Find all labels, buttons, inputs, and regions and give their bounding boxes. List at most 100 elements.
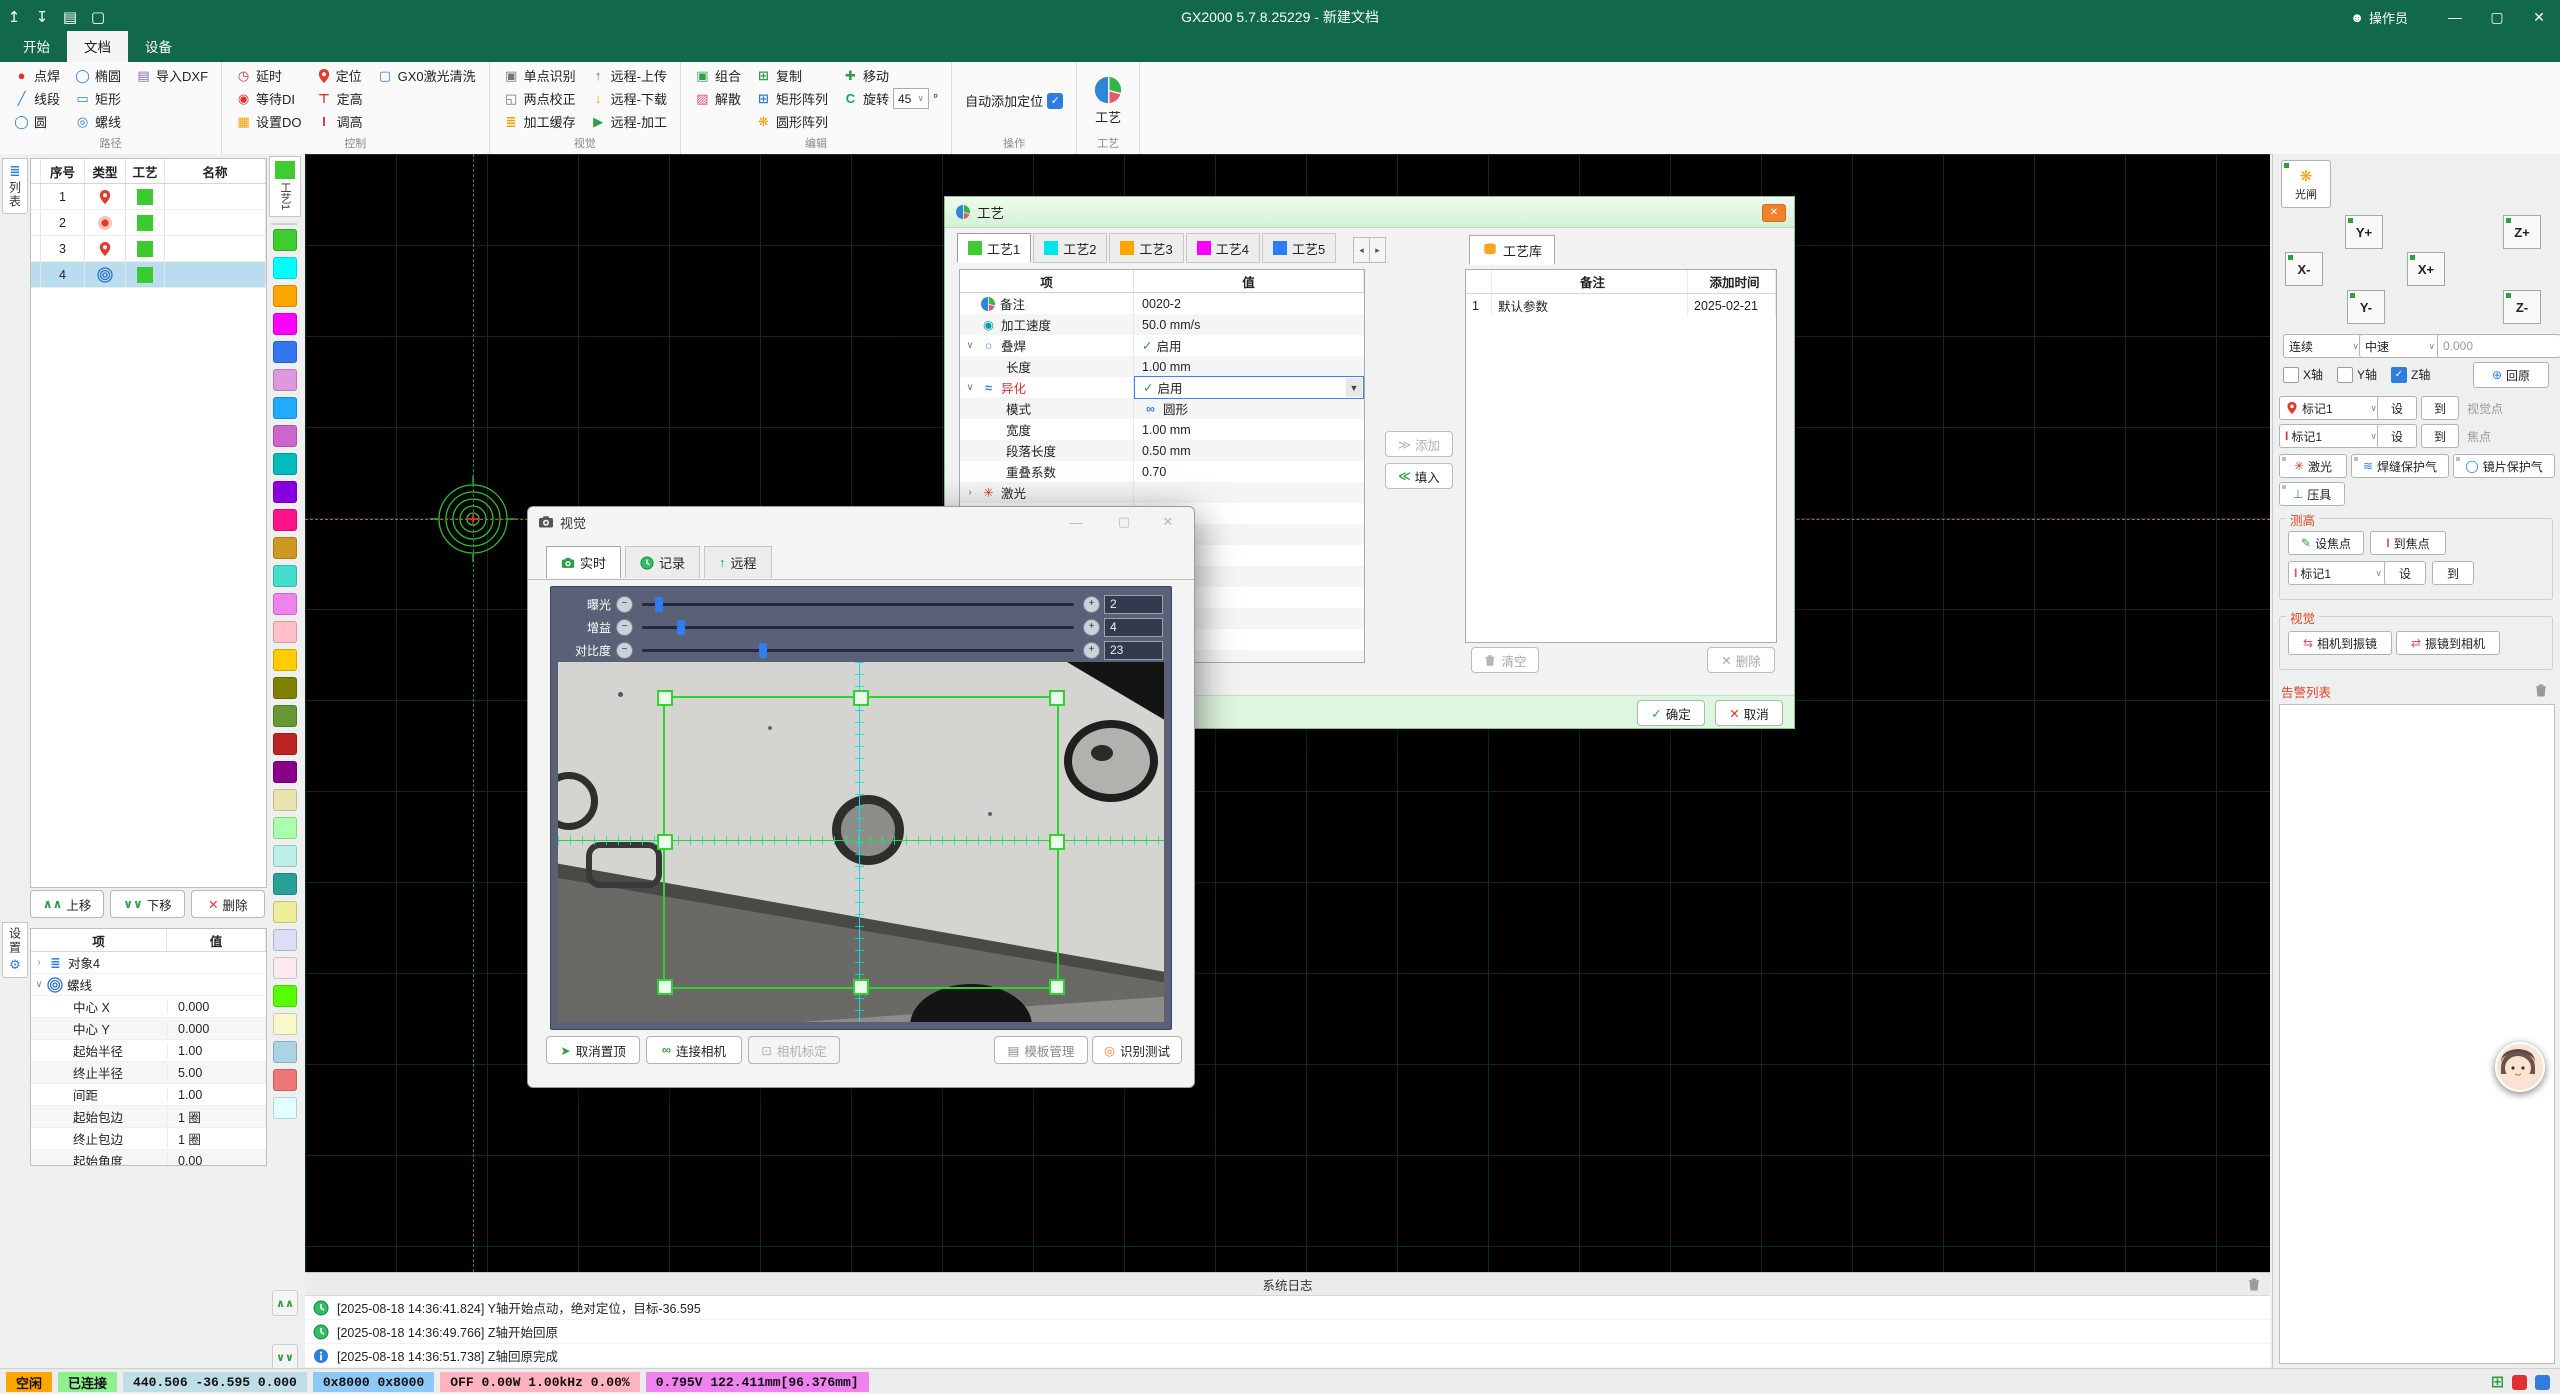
ribbon-item-copy[interactable]: ⊞ 复制 — [748, 64, 835, 87]
ribbon-item-process-cache[interactable]: ≣ 加工缓存 — [496, 110, 583, 133]
property-row[interactable]: 中心 Y 0.000 — [31, 1018, 266, 1040]
ribbon-item-delay[interactable]: ◷ 延时 — [228, 64, 309, 87]
tab-scroll-left[interactable]: ◂ — [1353, 237, 1370, 263]
color-swatch[interactable] — [273, 565, 297, 587]
jog-y-plus[interactable]: Y+ — [2345, 215, 2383, 249]
save-icon[interactable]: ▤ — [56, 8, 84, 26]
ribbon-item-remote-process[interactable]: ▶ 远程-加工 — [583, 110, 674, 133]
object-row[interactable]: 3 — [31, 236, 266, 262]
color-swatch[interactable] — [273, 369, 297, 391]
recognition-test-button[interactable]: ◎识别测试 — [1092, 1036, 1182, 1064]
camera-to-galvo-button[interactable]: ⇆相机到振镜 — [2288, 631, 2392, 655]
home-button[interactable]: ⊕回原 — [2473, 362, 2549, 388]
scroll-up-button[interactable]: ∧∧ — [272, 1290, 298, 1316]
red-status-icon[interactable] — [2512, 1375, 2527, 1390]
clear-alarms-icon[interactable] — [2533, 682, 2549, 698]
new-doc-icon[interactable]: ▢ — [84, 8, 112, 26]
menu-tab-start[interactable]: 开始 — [6, 31, 67, 62]
move-speed-select[interactable]: 中速∨ — [2359, 334, 2441, 358]
minus-button[interactable]: − — [616, 642, 633, 659]
jog-z-minus[interactable]: Z- — [2503, 290, 2541, 324]
contrast-slider[interactable] — [642, 649, 1074, 652]
fill-from-library-button[interactable]: ≪填入 — [1385, 463, 1453, 489]
recognition-region[interactable] — [663, 696, 1059, 989]
property-row[interactable]: 起始半径 1.00 — [31, 1040, 266, 1062]
axis-y-checkbox[interactable]: Y轴 — [2337, 366, 2377, 383]
process-tab-2[interactable]: 工艺2 — [1033, 233, 1107, 263]
move-down-button[interactable]: ∨∨下移 — [110, 890, 184, 918]
active-process-tab[interactable]: 工艺1 — [269, 156, 301, 217]
ribbon-item-single-point-recognition[interactable]: ▣ 单点识别 — [496, 64, 583, 87]
gain-value[interactable]: 4 — [1104, 618, 1163, 637]
maximize-button[interactable]: ▢ — [1102, 507, 1146, 537]
menu-tab-device[interactable]: 设备 — [128, 31, 189, 62]
color-swatch[interactable] — [273, 453, 297, 475]
color-swatch[interactable] — [273, 481, 297, 503]
property-row[interactable]: 起始角度 0.00 — [31, 1150, 266, 1166]
galvo-to-camera-button[interactable]: ⇄振镜到相机 — [2396, 631, 2500, 655]
ribbon-item-spiral[interactable]: ◎ 螺线 — [67, 110, 128, 133]
ribbon-item-gx0-laser-clean[interactable]: ▢ GX0激光清洗 — [370, 64, 483, 87]
param-row[interactable]: 长度 1.00 mm — [960, 356, 1364, 377]
move-up-button[interactable]: ∧∧上移 — [30, 890, 104, 918]
unpin-button[interactable]: ➤取消置顶 — [546, 1036, 640, 1064]
param-row[interactable]: 备注 0020-2 — [960, 293, 1364, 314]
ribbon-item-ellipse[interactable]: ◯ 椭圆 — [67, 64, 128, 87]
clamp-button[interactable]: ⊥压具 — [2279, 482, 2345, 506]
color-swatch[interactable] — [273, 845, 297, 867]
resize-handle[interactable] — [853, 690, 869, 706]
color-swatch[interactable] — [273, 425, 297, 447]
mark-focus-set-button[interactable]: 设 — [2377, 424, 2417, 448]
param-row[interactable]: 模式 ∞圆形 — [960, 398, 1364, 419]
ribbon-item-fix-height[interactable]: ⊤ 定高 — [309, 87, 370, 110]
dialog-close-button[interactable]: ✕ — [1762, 204, 1786, 222]
color-swatch[interactable] — [273, 929, 297, 951]
axis-z-checkbox[interactable]: ✓Z轴 — [2391, 366, 2430, 383]
object-row[interactable]: 2 — [31, 210, 266, 236]
mark-vision-select[interactable]: 标记1∨ — [2279, 396, 2383, 420]
param-row[interactable]: › ✳激光 — [960, 482, 1364, 503]
dropdown-arrow[interactable]: ▼ — [1346, 378, 1362, 397]
color-swatch[interactable] — [273, 341, 297, 363]
jog-x-minus[interactable]: X- — [2285, 252, 2323, 286]
resize-handle[interactable] — [1049, 979, 1065, 995]
property-row[interactable]: ∨ 螺线 — [31, 974, 266, 996]
set-focus-button[interactable]: ✎设焦点 — [2288, 531, 2364, 555]
property-row[interactable]: 终止半径 5.00 — [31, 1062, 266, 1084]
mark-vision-set-button[interactable]: 设 — [2377, 396, 2417, 420]
mark-focus-goto-button[interactable]: 到 — [2421, 424, 2459, 448]
color-swatch[interactable] — [273, 397, 297, 419]
ribbon-item-two-point-correction[interactable]: ◱ 两点校正 — [496, 87, 583, 110]
color-swatch[interactable] — [273, 677, 297, 699]
color-swatch[interactable] — [273, 593, 297, 615]
resize-handle[interactable] — [1049, 690, 1065, 706]
process-tab-3[interactable]: 工艺3 — [1109, 233, 1183, 263]
assistant-avatar[interactable] — [2495, 1042, 2545, 1092]
param-row[interactable]: ◉加工速度 50.0 mm/s — [960, 314, 1364, 335]
param-row[interactable]: 宽度 1.00 mm — [960, 419, 1364, 440]
grid-status-icon[interactable]: ⊞ — [2491, 1372, 2504, 1392]
ribbon-item-group[interactable]: ▣ 组合 — [687, 64, 748, 87]
library-delete-button[interactable]: ✕删除 — [1707, 647, 1775, 673]
minimize-button[interactable]: — — [1054, 507, 1098, 537]
tab-settings[interactable]: 设置 ⚙ — [2, 922, 28, 978]
ribbon-item-line-segment[interactable]: ╱ 线段 — [6, 87, 67, 110]
color-swatch[interactable] — [273, 901, 297, 923]
color-swatch[interactable] — [273, 761, 297, 783]
connect-camera-button[interactable]: ∞连接相机 — [646, 1036, 742, 1064]
minus-button[interactable]: − — [616, 619, 633, 636]
param-row[interactable]: 段落长度 0.50 mm — [960, 440, 1364, 461]
property-row[interactable]: 间距 1.00 — [31, 1084, 266, 1106]
tab-remote[interactable]: ↑远程 — [704, 546, 772, 578]
menu-tab-document[interactable]: 文档 — [67, 31, 128, 62]
process-dialog-titlebar[interactable]: 工艺 ✕ — [945, 197, 1794, 228]
color-swatch[interactable] — [273, 985, 297, 1007]
color-swatch[interactable] — [273, 705, 297, 727]
color-swatch[interactable] — [273, 1013, 297, 1035]
tab-scroll-right[interactable]: ▸ — [1369, 237, 1386, 263]
delete-button[interactable]: ✕删除 — [191, 890, 265, 918]
resize-handle[interactable] — [657, 979, 673, 995]
ribbon-item-wait-di[interactable]: ◉ 等待DI — [228, 87, 309, 110]
process-tab-4[interactable]: 工艺4 — [1186, 233, 1260, 263]
jog-z-plus[interactable]: Z+ — [2503, 215, 2541, 249]
